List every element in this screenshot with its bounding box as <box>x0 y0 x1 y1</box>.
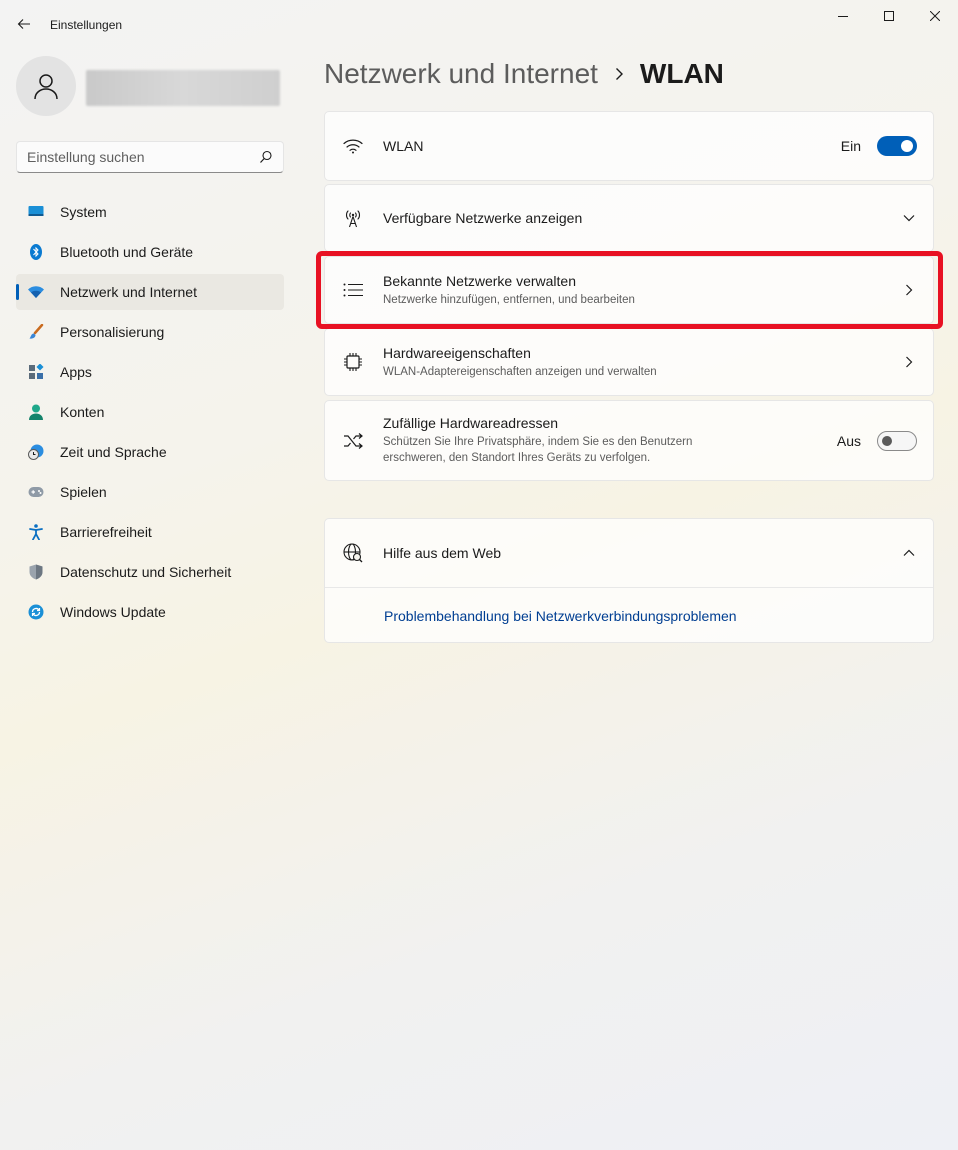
sidebar-item-system[interactable]: System <box>16 194 284 230</box>
back-button[interactable] <box>10 10 38 38</box>
chevron-right-icon <box>614 67 624 81</box>
sidebar-item-apps[interactable]: Apps <box>16 354 284 390</box>
help-title: Hilfe aus dem Web <box>383 545 502 561</box>
random-hardware-addresses-card: Zufällige Hardwareadressen Schützen Sie … <box>324 400 934 481</box>
chip-icon <box>343 352 363 372</box>
bluetooth-icon <box>28 244 44 260</box>
antenna-icon <box>343 208 363 228</box>
sidebar-item-label: Barrierefreiheit <box>60 524 152 540</box>
wlan-row: WLAN Ein <box>325 112 933 180</box>
sidebar-item-bluetooth[interactable]: Bluetooth und Geräte <box>16 234 284 270</box>
wifi-icon <box>343 136 363 156</box>
sidebar-item-label: Zeit und Sprache <box>60 444 167 460</box>
search-icon[interactable] <box>259 150 273 164</box>
wlan-title: WLAN <box>383 138 424 154</box>
accessibility-icon <box>28 524 44 540</box>
wlan-card: WLAN Ein <box>324 111 934 181</box>
app-title: Einstellungen <box>50 18 123 32</box>
clock-globe-icon <box>28 444 44 460</box>
sidebar-item-personalization[interactable]: Personalisierung <box>16 314 284 350</box>
sidebar-item-windows-update[interactable]: Windows Update <box>16 594 284 630</box>
close-button[interactable] <box>912 0 958 32</box>
hardware-properties-card[interactable]: Hardwareeigenschaften WLAN-Adaptereigens… <box>324 328 934 396</box>
person-icon <box>34 74 58 100</box>
help-card: Hilfe aus dem Web Problembehandlung bei … <box>324 518 934 643</box>
sidebar-item-label: Netzwerk und Internet <box>60 284 197 300</box>
subtitle-line: Schützen Sie Ihre Privatsphäre, indem Si… <box>383 436 693 448</box>
sidebar-item-label: Konten <box>60 404 105 420</box>
apps-icon <box>28 364 44 380</box>
wlan-toggle[interactable] <box>877 136 917 156</box>
random-hardware-addresses-toggle[interactable] <box>877 430 917 451</box>
brush-icon <box>28 324 44 340</box>
random-hardware-addresses-subtitle: Schützen Sie Ihre Privatsphäre, indem Si… <box>383 434 692 466</box>
wlan-toggle-label: Ein <box>840 138 861 154</box>
update-icon <box>28 604 44 620</box>
shield-icon <box>28 564 44 580</box>
breadcrumb-parent[interactable]: Netzwerk und Internet <box>324 58 598 90</box>
sidebar-item-accessibility[interactable]: Barrierefreiheit <box>16 514 284 550</box>
title-bar: Einstellungen <box>0 0 958 48</box>
available-networks-row[interactable]: Verfügbare Netzwerke anzeigen <box>325 185 933 251</box>
minimize-button[interactable] <box>820 0 866 32</box>
globe-search-icon <box>343 543 363 563</box>
sidebar-item-label: Personalisierung <box>60 324 165 340</box>
user-profile[interactable] <box>16 56 280 116</box>
avatar <box>16 56 76 116</box>
arrow-left-icon <box>17 19 30 29</box>
wifi-icon <box>28 284 44 300</box>
sidebar-item-label: Windows Update <box>60 604 166 620</box>
sidebar-nav: System Bluetooth und Geräte Netzwerk und… <box>16 194 284 634</box>
hardware-properties-row[interactable]: Hardwareeigenschaften WLAN-Adaptereigens… <box>325 329 933 395</box>
sidebar-item-network[interactable]: Netzwerk und Internet <box>16 274 284 310</box>
troubleshoot-link[interactable]: Problembehandlung bei Netzwerkverbindung… <box>384 608 737 624</box>
available-networks-card[interactable]: Verfügbare Netzwerke anzeigen <box>324 184 934 252</box>
sidebar-item-label: Apps <box>60 364 92 380</box>
search-box[interactable] <box>16 141 284 173</box>
hardware-properties-subtitle: WLAN-Adaptereigenschaften anzeigen und v… <box>383 365 657 378</box>
sidebar-item-privacy[interactable]: Datenschutz und Sicherheit <box>16 554 284 590</box>
maximize-button[interactable] <box>866 0 912 32</box>
random-toggle-label: Aus <box>836 432 861 449</box>
shuffle-icon <box>343 431 363 451</box>
profile-name-redacted <box>86 70 280 106</box>
chevron-up-icon[interactable] <box>901 545 917 561</box>
sidebar-item-gaming[interactable]: Spielen <box>16 474 284 510</box>
monitor-icon <box>28 204 44 220</box>
sidebar-item-label: Datenschutz und Sicherheit <box>60 564 232 580</box>
close-icon <box>930 11 940 21</box>
chevron-down-icon[interactable] <box>901 210 917 226</box>
gamepad-icon <box>28 484 44 500</box>
person-icon <box>28 404 44 420</box>
page-title: WLAN <box>639 58 724 89</box>
breadcrumb: Netzwerk und Internet WLAN <box>324 58 724 90</box>
maximize-icon <box>884 11 894 21</box>
highlight-box <box>316 251 943 329</box>
help-header-row[interactable]: Hilfe aus dem Web <box>325 519 933 587</box>
hardware-properties-title: Hardwareeigenschaften <box>383 344 531 361</box>
sidebar-item-accounts[interactable]: Konten <box>16 394 284 430</box>
minimize-icon <box>838 16 848 17</box>
random-hardware-addresses-title: Zufällige Hardwareadressen <box>383 415 559 431</box>
sidebar-item-label: System <box>60 204 107 220</box>
available-networks-title: Verfügbare Netzwerke anzeigen <box>383 210 583 226</box>
search-input[interactable] <box>17 149 247 165</box>
sidebar-item-label: Spielen <box>60 484 107 500</box>
help-link-row: Problembehandlung bei Netzwerkverbindung… <box>325 588 933 643</box>
chevron-right-icon[interactable] <box>901 354 917 370</box>
sidebar-item-time-language[interactable]: Zeit und Sprache <box>16 434 284 470</box>
sidebar-item-label: Bluetooth und Geräte <box>60 244 194 260</box>
subtitle-line: erschweren, den Standort Ihres Geräts zu… <box>383 452 651 464</box>
random-hardware-addresses-row: Zufällige Hardwareadressen Schützen Sie … <box>325 401 933 480</box>
